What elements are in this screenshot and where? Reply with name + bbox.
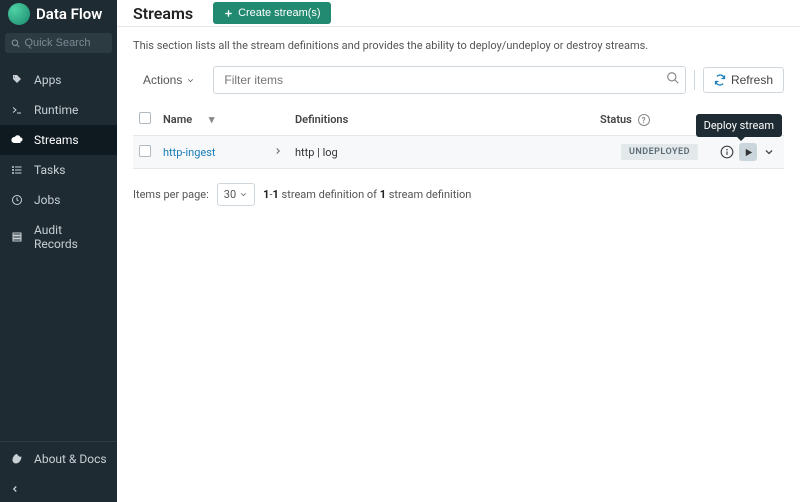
sidebar-nav: Apps Runtime Streams Tasks Jobs Audit Re… bbox=[0, 65, 117, 441]
info-button[interactable] bbox=[718, 143, 736, 161]
filter-wrap bbox=[213, 66, 686, 94]
col-header-status: Status ? bbox=[594, 104, 704, 136]
sidebar-item-label: Tasks bbox=[34, 163, 66, 177]
info-icon bbox=[720, 145, 734, 159]
sidebar-item-label: About & Docs bbox=[34, 452, 107, 466]
refresh-icon bbox=[714, 74, 726, 86]
pager-summary: 1-1 stream definition of 1 stream defini… bbox=[263, 188, 471, 201]
more-button[interactable] bbox=[760, 143, 778, 161]
brand-logo bbox=[8, 3, 30, 25]
toolbar-divider bbox=[694, 70, 695, 90]
sidebar-collapse-button[interactable] bbox=[0, 476, 117, 502]
filter-input[interactable] bbox=[213, 66, 686, 94]
refresh-label: Refresh bbox=[731, 73, 773, 87]
status-badge: UNDEPLOYED bbox=[621, 144, 698, 160]
toolbar: Actions Refresh bbox=[133, 66, 784, 94]
page-description: This section lists all the stream defini… bbox=[133, 39, 784, 52]
page-title: Streams bbox=[133, 4, 193, 23]
streams-table: Name ▾ Definitions Status ? http-ingest bbox=[133, 104, 784, 169]
actions-dropdown[interactable]: Actions bbox=[133, 67, 205, 93]
records-icon bbox=[10, 230, 24, 244]
search-icon bbox=[666, 71, 680, 85]
stream-definition: http | log bbox=[289, 136, 594, 169]
sidebar-item-apps[interactable]: Apps bbox=[0, 65, 117, 95]
actions-label: Actions bbox=[143, 73, 182, 87]
clock-icon bbox=[10, 193, 24, 207]
chevron-right-icon[interactable] bbox=[273, 146, 283, 156]
row-actions bbox=[710, 143, 778, 161]
help-icon[interactable]: ? bbox=[638, 114, 650, 126]
create-stream-button[interactable]: Create stream(s) bbox=[213, 2, 331, 24]
col-header-name-label: Name bbox=[163, 113, 192, 126]
refresh-button[interactable]: Refresh bbox=[703, 67, 784, 93]
play-icon bbox=[743, 147, 754, 158]
pager: Items per page: 30 1-1 stream definition… bbox=[133, 183, 784, 206]
sidebar-item-jobs[interactable]: Jobs bbox=[0, 185, 117, 215]
sidebar: Data Flow Apps Runtime Streams Tasks Job… bbox=[0, 0, 117, 502]
main: Streams Create stream(s) This section li… bbox=[117, 0, 800, 502]
sidebar-item-tasks[interactable]: Tasks bbox=[0, 155, 117, 185]
chevron-down-icon bbox=[186, 76, 195, 85]
sidebar-item-audit[interactable]: Audit Records bbox=[0, 215, 117, 259]
create-stream-label: Create stream(s) bbox=[238, 7, 321, 19]
sidebar-item-about[interactable]: About & Docs bbox=[0, 442, 117, 476]
page-header: Streams Create stream(s) bbox=[117, 0, 800, 27]
chevron-left-icon bbox=[10, 484, 20, 494]
sidebar-search-input[interactable] bbox=[24, 37, 106, 49]
select-all-checkbox[interactable] bbox=[139, 112, 151, 124]
sidebar-search-wrap bbox=[0, 27, 117, 59]
tag-icon bbox=[10, 73, 24, 87]
col-header-definitions: Definitions bbox=[289, 104, 594, 136]
sidebar-item-label: Runtime bbox=[34, 103, 78, 117]
plus-icon bbox=[223, 8, 234, 19]
search-icon bbox=[11, 38, 20, 49]
col-header-name[interactable]: Name ▾ bbox=[157, 104, 267, 136]
deploy-tooltip: Deploy stream bbox=[696, 114, 782, 137]
sidebar-item-label: Apps bbox=[34, 73, 62, 87]
list-icon bbox=[10, 163, 24, 177]
stream-name-link[interactable]: http-ingest bbox=[163, 146, 216, 159]
page-size-value: 30 bbox=[224, 188, 236, 201]
table-row: http-ingest http | log UNDEPLOYED bbox=[133, 136, 784, 169]
sidebar-search[interactable] bbox=[5, 33, 112, 53]
content: This section lists all the stream defini… bbox=[117, 27, 800, 502]
pager-label: Items per page: bbox=[133, 188, 209, 201]
chevron-down-icon bbox=[763, 146, 775, 158]
sidebar-item-label: Streams bbox=[34, 133, 79, 147]
row-checkbox[interactable] bbox=[139, 145, 151, 157]
sidebar-item-runtime[interactable]: Runtime bbox=[0, 95, 117, 125]
sidebar-item-label: Jobs bbox=[34, 193, 60, 207]
sidebar-item-label: Audit Records bbox=[34, 223, 107, 251]
sidebar-footer: About & Docs bbox=[0, 441, 117, 502]
sidebar-item-streams[interactable]: Streams bbox=[0, 125, 117, 155]
brand-title: Data Flow bbox=[36, 5, 102, 23]
cloud-icon bbox=[10, 133, 24, 147]
filter-search-button[interactable] bbox=[666, 71, 680, 89]
chevron-down-icon bbox=[239, 190, 248, 199]
sort-desc-icon: ▾ bbox=[209, 113, 215, 126]
deploy-button[interactable] bbox=[739, 143, 757, 161]
terminal-icon bbox=[10, 103, 24, 117]
leaf-icon bbox=[10, 452, 24, 466]
brand: Data Flow bbox=[0, 0, 117, 27]
page-size-select[interactable]: 30 bbox=[217, 183, 255, 206]
